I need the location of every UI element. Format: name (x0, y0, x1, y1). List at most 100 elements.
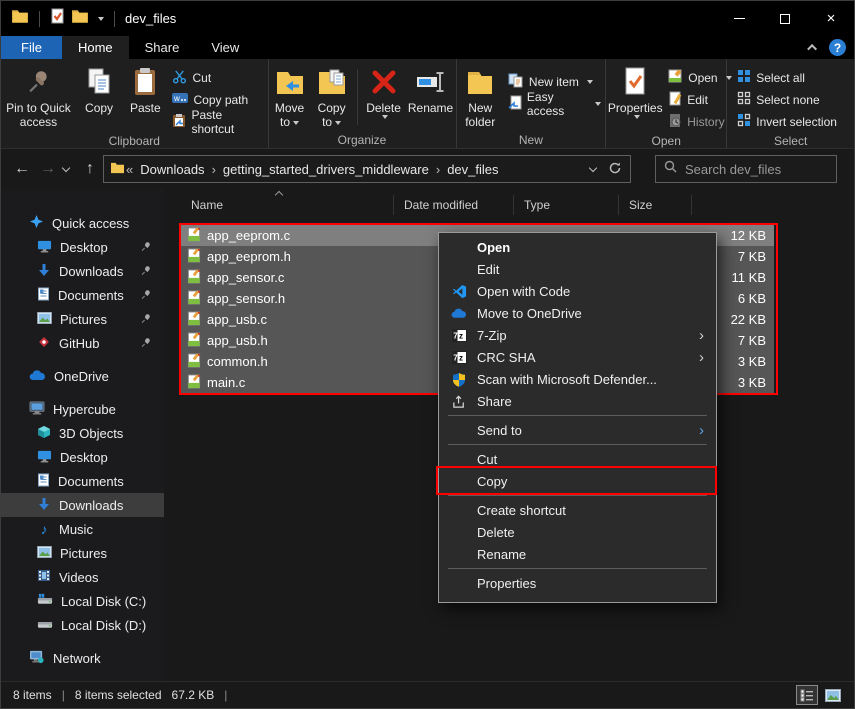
search-box[interactable] (655, 155, 837, 183)
quick-access-icon (29, 214, 44, 232)
help-icon[interactable]: ? (829, 39, 846, 56)
group-label-organize: Organize (337, 133, 387, 147)
ribbon-group-select: Select all Select none Invert selection (727, 59, 854, 148)
menu-item-rename[interactable]: Rename (439, 543, 716, 565)
sidebar-item-github-qa[interactable]: GitHub (1, 331, 164, 355)
breadcrumb-project-folder[interactable]: getting_started_drivers_middleware (217, 162, 435, 177)
paste-shortcut-button[interactable]: Paste shortcut (168, 108, 267, 136)
new-folder-quick-icon[interactable] (71, 8, 89, 29)
sidebar-item-network[interactable]: Network (1, 646, 164, 670)
forward-icon[interactable]: → (35, 160, 61, 178)
history-button[interactable]: History (664, 111, 735, 132)
edit-button[interactable]: Edit (664, 89, 735, 110)
search-input[interactable] (685, 161, 815, 177)
breadcrumb-downloads[interactable]: Downloads (134, 162, 210, 177)
7zip-icon: 7z (451, 327, 467, 343)
back-icon[interactable]: ← (9, 160, 35, 178)
pin-icon[interactable] (140, 240, 152, 255)
large-icons-view-button[interactable] (822, 685, 844, 705)
sidebar-item-desktop[interactable]: Desktop (1, 445, 164, 469)
pin-to-quick-access-button[interactable]: Pin to Quick access (1, 63, 76, 131)
close-button[interactable]: × (808, 1, 854, 36)
properties-quick-icon[interactable] (50, 8, 65, 29)
pin-icon[interactable] (140, 336, 152, 351)
share-icon (451, 393, 467, 409)
source-file-icon (187, 331, 201, 350)
group-label-new: New (518, 133, 543, 147)
copy-to-button[interactable]: Copy to (311, 63, 353, 131)
easy-access-button[interactable]: Easy access (504, 90, 605, 118)
properties-button[interactable]: Properties (606, 63, 664, 121)
recent-locations-icon[interactable] (61, 163, 71, 173)
menu-item-copy[interactable]: Copy (439, 470, 716, 492)
open-button[interactable]: Open (664, 67, 735, 88)
column-header-type[interactable]: Type (524, 198, 550, 212)
menu-item-delete[interactable]: Delete (439, 521, 716, 543)
sidebar-item-local-disk-c[interactable]: Local Disk (C:) (1, 589, 164, 613)
breadcrumb-collapse[interactable]: « (125, 162, 134, 177)
tab-file[interactable]: File (1, 36, 62, 59)
column-header-name[interactable]: Name (191, 198, 223, 212)
downloads-icon (37, 497, 51, 514)
details-view-button[interactable] (796, 685, 818, 705)
menu-item-open[interactable]: Open (439, 236, 716, 258)
rename-button[interactable]: Rename (406, 63, 456, 117)
sidebar-item-videos[interactable]: Videos (1, 565, 164, 589)
tab-home[interactable]: Home (61, 36, 129, 59)
menu-item-send-to[interactable]: Send to › (439, 419, 716, 441)
sidebar-item-pictures[interactable]: Pictures (1, 541, 164, 565)
copy-button[interactable]: Copy (76, 63, 122, 117)
move-to-button[interactable]: Move to (269, 63, 311, 131)
menu-item-cut[interactable]: Cut (439, 448, 716, 470)
tab-share[interactable]: Share (129, 36, 196, 59)
menu-item-open-with-code[interactable]: Open with Code (439, 280, 716, 302)
breadcrumb-dev-files[interactable]: dev_files (441, 162, 504, 177)
delete-button[interactable]: Delete (362, 63, 406, 121)
sidebar-item-music[interactable]: ♪ Music (1, 517, 164, 541)
sidebar-item-onedrive[interactable]: OneDrive (1, 364, 164, 388)
maximize-button[interactable] (762, 1, 808, 36)
sidebar-item-documents-qa[interactable]: Documents (1, 283, 164, 307)
music-icon: ♪ (40, 521, 48, 537)
sidebar-item-this-pc[interactable]: Hypercube (1, 397, 164, 421)
collapse-ribbon-icon[interactable] (807, 43, 818, 54)
sidebar-item-pictures-qa[interactable]: Pictures (1, 307, 164, 331)
menu-item-7zip[interactable]: 7z 7-Zip › (439, 324, 716, 346)
minimize-button[interactable] (716, 1, 762, 36)
column-headers: Name Date modified Type Size (164, 189, 854, 223)
sidebar-item-desktop-qa[interactable]: Desktop (1, 235, 164, 259)
easy-access-icon (508, 95, 522, 113)
menu-item-edit[interactable]: Edit (439, 258, 716, 280)
sidebar-item-3d-objects[interactable]: 3D Objects (1, 421, 164, 445)
column-header-size[interactable]: Size (629, 198, 652, 212)
sidebar-item-quick-access[interactable]: Quick access (1, 211, 164, 235)
menu-item-properties[interactable]: Properties (439, 572, 716, 594)
cut-button[interactable]: Cut (168, 67, 267, 88)
sidebar-item-downloads-qa[interactable]: Downloads (1, 259, 164, 283)
paste-button[interactable]: Paste (122, 63, 168, 117)
menu-item-share[interactable]: Share (439, 390, 716, 412)
source-file-icon (187, 247, 201, 266)
tab-view[interactable]: View (195, 36, 255, 59)
refresh-icon[interactable] (608, 161, 622, 178)
column-header-date-modified[interactable]: Date modified (404, 198, 478, 212)
up-icon[interactable]: ↑ (77, 160, 103, 178)
pin-icon[interactable] (140, 288, 152, 303)
sidebar-item-downloads[interactable]: Downloads (1, 493, 164, 517)
menu-item-scan-with-defender[interactable]: Scan with Microsoft Defender... (439, 368, 716, 390)
new-folder-button[interactable]: New folder (457, 63, 504, 131)
pin-icon[interactable] (140, 312, 152, 327)
menu-item-create-shortcut[interactable]: Create shortcut (439, 499, 716, 521)
sidebar-item-local-disk-d[interactable]: Local Disk (D:) (1, 613, 164, 637)
menu-item-move-to-onedrive[interactable]: Move to OneDrive (439, 302, 716, 324)
invert-selection-button[interactable]: Invert selection (733, 111, 841, 132)
pin-icon[interactable] (140, 264, 152, 279)
menu-item-crc-sha[interactable]: 7z CRC SHA › (439, 346, 716, 368)
select-none-button[interactable]: Select none (733, 89, 841, 110)
breadcrumb-folder-icon (110, 161, 125, 177)
address-bar[interactable]: « Downloads › getting_started_drivers_mi… (103, 155, 631, 183)
customize-toolbar-caret[interactable] (98, 16, 104, 21)
sidebar-item-documents[interactable]: Documents (1, 469, 164, 493)
select-all-button[interactable]: Select all (733, 67, 841, 88)
address-dropdown-icon[interactable] (588, 163, 598, 173)
